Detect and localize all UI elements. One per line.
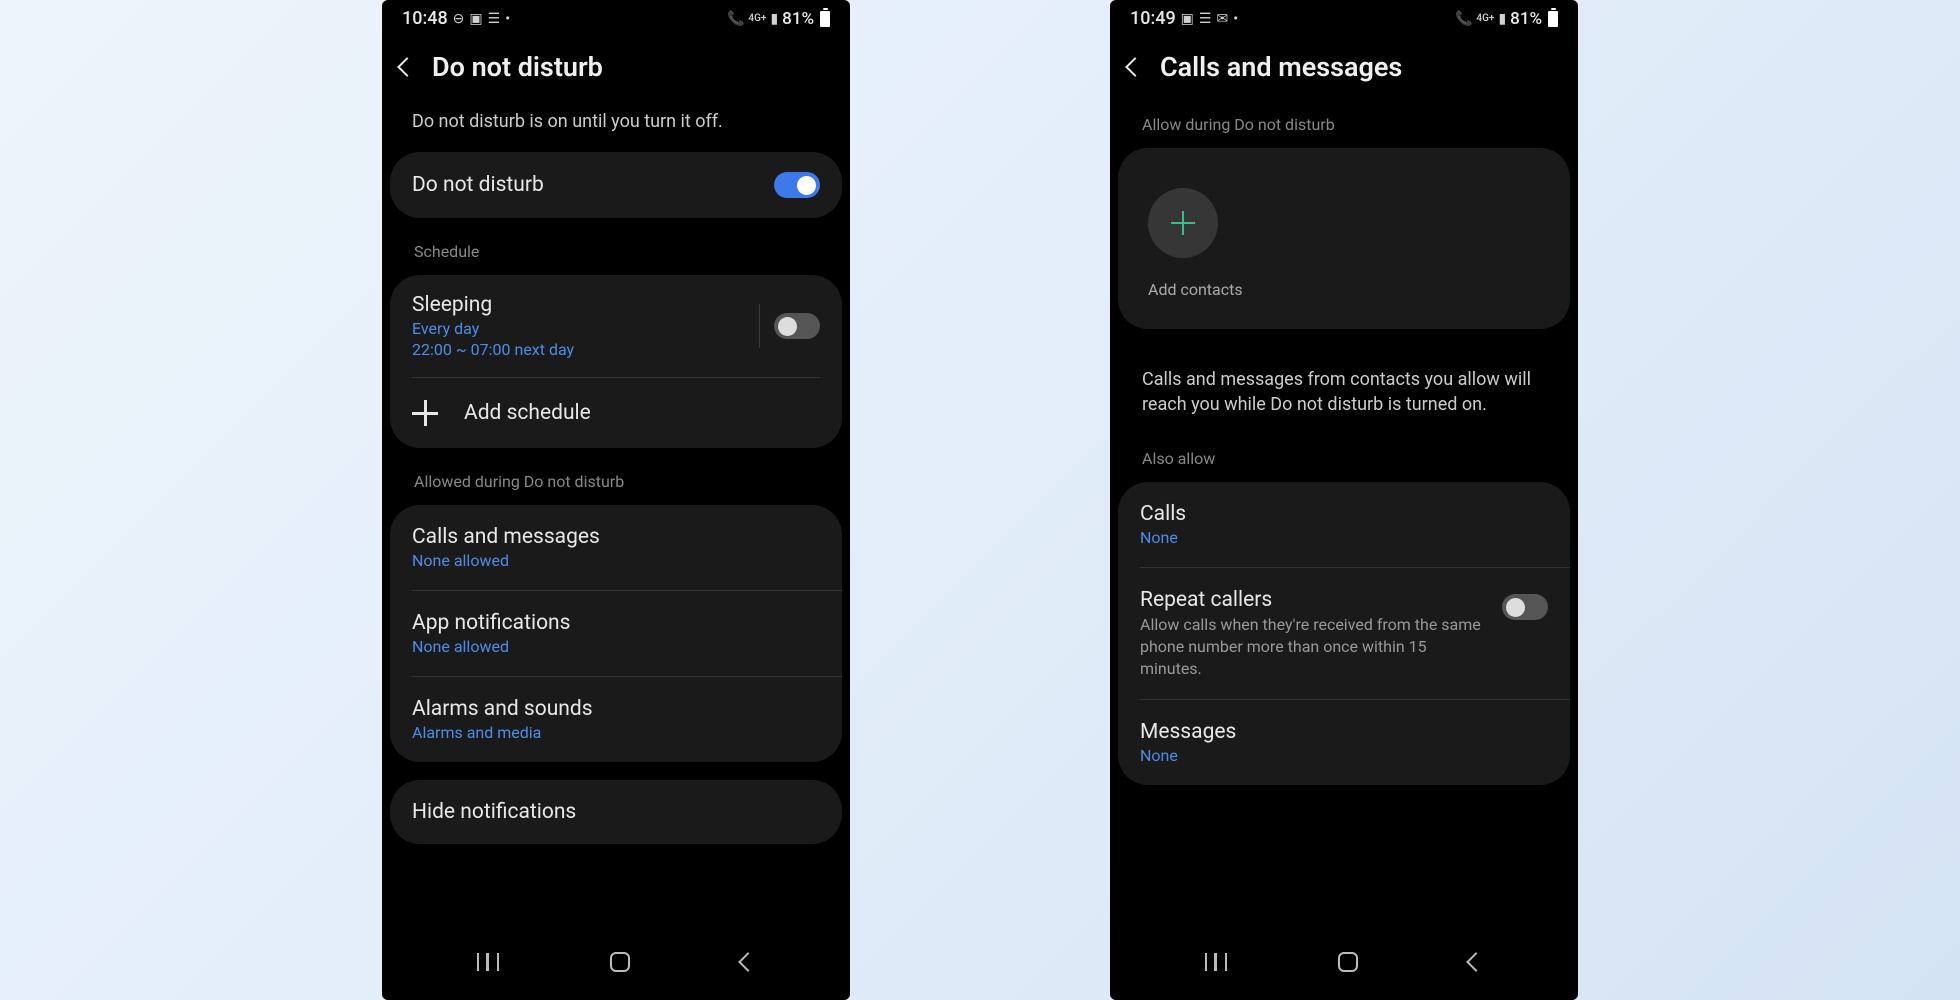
allow-section-label: Allow during Do not disturb [1118,101,1570,148]
content: Allow during Do not disturb Add contacts… [1110,101,1578,932]
repeat-toggle[interactable] [1502,594,1548,620]
signal-icon: ▮ [1498,11,1506,27]
sleeping-toggle[interactable] [774,313,820,339]
add-schedule-row[interactable]: Add schedule [390,378,842,448]
back-icon[interactable] [397,57,417,77]
repeat-callers-row[interactable]: Repeat callers Allow calls when they're … [1118,568,1570,699]
nav-bar [382,932,850,1000]
app-status-icon: ☰ [488,11,501,27]
messages-title: Messages [1140,720,1548,744]
apps-sub: None allowed [412,637,820,656]
left-phone-dnd: 10:48 ⊖ ▣ ☰ • 📞 4G+ ▮ 81% Do not disturb… [382,0,850,1000]
network-icon: 4G+ [1476,13,1494,24]
battery-icon [1548,11,1558,27]
sleeping-sub2: 22:00 ~ 07:00 next day [412,340,745,359]
nav-back-button[interactable] [1466,952,1486,972]
app-notifications-row[interactable]: App notifications None allowed [390,591,842,676]
repeat-sub: Allow calls when they're received from t… [1140,614,1484,679]
sleeping-row[interactable]: Sleeping Every day 22:00 ~ 07:00 next da… [390,275,842,377]
explain-text: Calls and messages from contacts you all… [1118,347,1570,443]
mail-status-icon: ✉ [1216,11,1228,27]
vertical-divider [759,304,760,348]
nav-home-button[interactable] [610,952,630,972]
add-contacts-card: Add contacts [1118,148,1570,329]
alarms-sub: Alarms and media [412,723,820,742]
messages-sub: None [1140,746,1548,765]
dnd-toggle[interactable] [774,172,820,198]
network-icon: 4G+ [748,13,766,24]
also-allow-card: Calls None Repeat callers Allow calls wh… [1118,482,1570,785]
header: Calls and messages [1110,33,1578,101]
dnd-description: Do not disturb is on until you turn it o… [390,101,842,152]
nav-recent-button[interactable] [477,953,499,971]
add-schedule-label: Add schedule [464,401,591,425]
apps-title: App notifications [412,611,820,635]
status-time: 10:48 [402,8,448,29]
sleeping-sub1: Every day [412,319,745,338]
image-status-icon: ▣ [469,11,482,27]
calls-sub: None [1140,528,1548,547]
calls-messages-row[interactable]: Calls and messages None allowed [390,505,842,590]
hide-label: Hide notifications [412,800,576,824]
also-allow-label: Also allow [1118,443,1570,482]
dnd-toggle-label: Do not disturb [412,173,544,197]
status-bar: 10:49 ▣ ☰ ✉ • 📞 4G+ ▮ 81% [1110,0,1578,33]
nav-bar [1110,932,1578,1000]
alarms-sounds-row[interactable]: Alarms and sounds Alarms and media [390,677,842,762]
content: Do not disturb is on until you turn it o… [382,101,850,932]
call-status-icon: 📞 [727,11,744,27]
page-title: Do not disturb [432,51,603,83]
image-status-icon: ▣ [1181,11,1194,27]
more-status-icon: • [505,11,510,27]
signal-icon: ▮ [770,11,778,27]
page-title: Calls and messages [1160,51,1402,83]
status-time: 10:49 [1130,8,1176,29]
schedule-section-label: Schedule [390,236,842,275]
plus-icon [1171,211,1195,235]
right-phone-calls: 10:49 ▣ ☰ ✉ • 📞 4G+ ▮ 81% Calls and mess… [1110,0,1578,1000]
hide-notifications-row[interactable]: Hide notifications [390,780,842,844]
repeat-title: Repeat callers [1140,588,1484,612]
calls-sub: None allowed [412,551,820,570]
nav-back-button[interactable] [738,952,758,972]
battery-pct: 81% [1510,9,1542,29]
plus-icon [412,400,438,426]
sleeping-title: Sleeping [412,293,745,317]
dnd-toggle-card: Do not disturb [390,152,842,218]
battery-icon [820,11,830,27]
app-status-icon: ☰ [1199,11,1212,27]
calls-title: Calls and messages [412,525,820,549]
calls-title: Calls [1140,502,1548,526]
calls-row[interactable]: Calls None [1118,482,1570,567]
allowed-card: Calls and messages None allowed App noti… [390,505,842,762]
schedule-card: Sleeping Every day 22:00 ~ 07:00 next da… [390,275,842,448]
nav-recent-button[interactable] [1205,953,1227,971]
add-contact-button[interactable] [1148,188,1218,258]
back-icon[interactable] [1125,57,1145,77]
dnd-status-icon: ⊖ [453,11,465,27]
more-status-icon: • [1233,11,1238,27]
header: Do not disturb [382,33,850,101]
add-contacts-label: Add contacts [1148,280,1540,299]
call-status-icon: 📞 [1455,11,1472,27]
dnd-toggle-row[interactable]: Do not disturb [390,152,842,218]
allowed-section-label: Allowed during Do not disturb [390,466,842,505]
status-bar: 10:48 ⊖ ▣ ☰ • 📞 4G+ ▮ 81% [382,0,850,33]
nav-home-button[interactable] [1338,952,1358,972]
battery-pct: 81% [782,9,814,29]
alarms-title: Alarms and sounds [412,697,820,721]
messages-row[interactable]: Messages None [1118,700,1570,785]
hide-notifications-card: Hide notifications [390,780,842,844]
